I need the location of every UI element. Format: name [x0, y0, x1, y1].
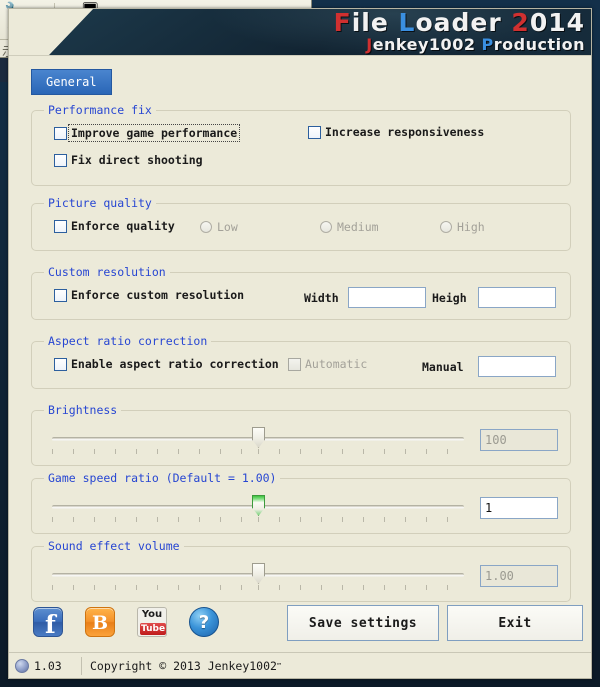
- checkbox-fix-direct-shooting-label: Fix direct shooting: [71, 153, 203, 167]
- checkbox-enable-aspect-ratio-correction-box[interactable]: [54, 357, 67, 371]
- group-picture-quality: Picture quality Enforce quality Low Medi…: [31, 196, 571, 251]
- app-subtitle-part-1: enkey1002: [372, 35, 482, 54]
- slider-game-speed[interactable]: [52, 493, 464, 525]
- checkbox-enforce-quality[interactable]: Enforce quality: [54, 219, 175, 233]
- slider-sound-volume[interactable]: [52, 561, 464, 593]
- status-version: 1.03: [34, 659, 62, 673]
- youtube-icon-line2: Tube: [140, 623, 166, 635]
- checkbox-increase-responsiveness-label: Increase responsiveness: [325, 125, 485, 139]
- app-subtitle-part-3: roduction: [493, 35, 585, 54]
- radio-quality-medium-label: Medium: [337, 220, 379, 234]
- group-brightness: Brightness: [31, 403, 571, 466]
- input-sound-volume-value[interactable]: [480, 565, 558, 587]
- radio-quality-high-label: High: [457, 220, 485, 234]
- app-title-part-5: 014: [529, 9, 585, 37]
- checkbox-enforce-quality-label: Enforce quality: [71, 219, 175, 233]
- youtube-icon[interactable]: You Tube: [137, 607, 167, 637]
- app-title-part-0: F: [333, 9, 352, 37]
- label-manual: Manual: [422, 360, 464, 374]
- app-subtitle-part-2: P: [481, 35, 494, 54]
- radio-quality-high-circle[interactable]: [440, 221, 452, 233]
- slider-brightness-ticks: [52, 449, 464, 455]
- input-height[interactable]: [478, 287, 556, 308]
- app-title-part-2: L: [398, 9, 416, 37]
- group-title-aspect-ratio-correction: Aspect ratio correction: [44, 334, 212, 348]
- checkbox-enforce-custom-resolution-label: Enforce custom resolution: [71, 288, 245, 302]
- group-title-brightness: Brightness: [44, 403, 122, 417]
- input-width[interactable]: [348, 287, 426, 308]
- checkbox-fix-direct-shooting-box[interactable]: [54, 153, 67, 167]
- status-bar: 1.03 Copyright © 2013 Jenkey1002 ™: [9, 652, 591, 678]
- app-title-part-4: 2: [511, 9, 530, 37]
- exit-button[interactable]: Exit: [447, 605, 583, 641]
- file-loader-window: File Loader 2014 Jenkey1002 Production G…: [8, 8, 592, 679]
- slider-sound-volume-ticks: [52, 585, 464, 591]
- tab-strip: General: [31, 69, 112, 95]
- status-version-block: 1.03: [9, 653, 81, 678]
- checkbox-enable-aspect-ratio-correction[interactable]: Enable aspect ratio correction: [54, 357, 279, 371]
- group-game-speed-ratio: Game speed ratio (Default = 1.00): [31, 471, 571, 534]
- group-custom-resolution: Custom resolution Enforce custom resolut…: [31, 265, 571, 320]
- checkbox-automatic-label: Automatic: [305, 357, 368, 371]
- checkbox-increase-responsiveness[interactable]: Increase responsiveness: [308, 125, 484, 139]
- radio-quality-low-circle[interactable]: [200, 221, 212, 233]
- slider-sound-volume-thumb[interactable]: [252, 563, 265, 584]
- blogger-icon-glyph: B: [91, 612, 109, 634]
- tab-general[interactable]: General: [31, 69, 112, 95]
- app-subtitle: Jenkey1002 Production: [334, 37, 585, 53]
- radio-quality-high[interactable]: High: [440, 220, 485, 234]
- checkbox-enforce-quality-box[interactable]: [54, 219, 67, 233]
- checkbox-increase-responsiveness-box[interactable]: [308, 125, 321, 139]
- checkbox-automatic-box[interactable]: [288, 357, 301, 371]
- input-brightness-value[interactable]: [480, 429, 558, 451]
- checkbox-fix-direct-shooting[interactable]: Fix direct shooting: [54, 153, 203, 167]
- checkbox-enforce-custom-resolution-box[interactable]: [54, 288, 67, 302]
- checkbox-improve-game-performance[interactable]: Improve game performance: [54, 124, 241, 142]
- input-manual[interactable]: [478, 356, 556, 377]
- status-trademark: ™: [276, 662, 282, 670]
- radio-quality-low[interactable]: Low: [200, 220, 238, 234]
- facebook-icon-glyph: f: [45, 610, 56, 637]
- slider-brightness-thumb[interactable]: [252, 427, 265, 448]
- group-aspect-ratio-correction: Aspect ratio correction Enable aspect ra…: [31, 334, 571, 389]
- checkbox-improve-game-performance-label: Improve game performance: [67, 124, 241, 142]
- status-copyright: Copyright © 2013 Jenkey1002: [90, 659, 277, 673]
- group-sound-effect-volume: Sound effect volume: [31, 539, 571, 602]
- radio-quality-low-label: Low: [217, 220, 238, 234]
- app-title: File Loader 2014: [334, 10, 585, 35]
- save-settings-button[interactable]: Save settings: [287, 605, 439, 641]
- checkbox-enforce-custom-resolution[interactable]: Enforce custom resolution: [54, 288, 244, 302]
- label-width: Width: [304, 291, 339, 305]
- group-performance-fix: Performance fix Improve game performance…: [31, 103, 571, 186]
- label-height: Heigh: [432, 291, 467, 305]
- checkbox-enable-aspect-ratio-correction-label: Enable aspect ratio correction: [71, 357, 279, 371]
- app-title-block: File Loader 2014 Jenkey1002 Production: [334, 10, 585, 53]
- radio-quality-medium[interactable]: Medium: [320, 220, 379, 234]
- facebook-icon[interactable]: f: [33, 607, 63, 637]
- input-game-speed-value[interactable]: [480, 497, 558, 519]
- slider-game-speed-thumb[interactable]: [252, 495, 265, 516]
- slider-brightness[interactable]: [52, 425, 464, 457]
- checkbox-improve-game-performance-box[interactable]: [54, 126, 67, 140]
- group-title-custom-resolution: Custom resolution: [44, 265, 170, 279]
- app-logo-icon: [15, 659, 29, 673]
- app-content: General Performance fix Improve game per…: [9, 55, 591, 652]
- radio-quality-medium-circle[interactable]: [320, 221, 332, 233]
- group-title-game-speed-ratio: Game speed ratio (Default = 1.00): [44, 471, 281, 485]
- group-title-performance-fix: Performance fix: [44, 103, 156, 117]
- status-copyright-block: Copyright © 2013 Jenkey1002 ™: [90, 659, 591, 673]
- app-banner: File Loader 2014 Jenkey1002 Production: [9, 9, 591, 55]
- group-title-picture-quality: Picture quality: [44, 196, 156, 210]
- help-icon-glyph: ?: [198, 612, 210, 633]
- youtube-icon-line1: You: [141, 609, 163, 620]
- status-separator: [81, 657, 82, 675]
- app-title-part-1: ile: [351, 9, 399, 37]
- blogger-icon[interactable]: B: [85, 607, 115, 637]
- help-icon[interactable]: ?: [189, 607, 219, 637]
- group-title-sound-effect-volume: Sound effect volume: [44, 539, 184, 553]
- app-title-part-3: oader: [415, 9, 512, 37]
- slider-game-speed-ticks: [52, 517, 464, 523]
- checkbox-automatic[interactable]: Automatic: [288, 357, 367, 371]
